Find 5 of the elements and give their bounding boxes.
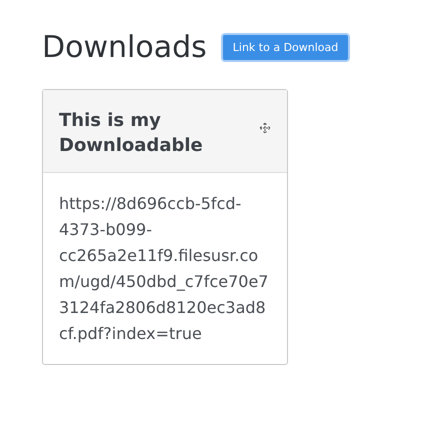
move-icon[interactable] [259, 122, 271, 134]
card-title: This is my Downloadable [59, 109, 204, 158]
url-text: https://8d696ccb-5fcd-4373-b099-cc265a2e11f9.filesusr.com/ugd/450dbd_c7fce70e73124fa2806d8120ec3ad8cf.pdf?index=true [59, 193, 270, 345]
page-title: Downloads [42, 30, 207, 65]
link-button[interactable]: Link to a Download [220, 33, 350, 62]
